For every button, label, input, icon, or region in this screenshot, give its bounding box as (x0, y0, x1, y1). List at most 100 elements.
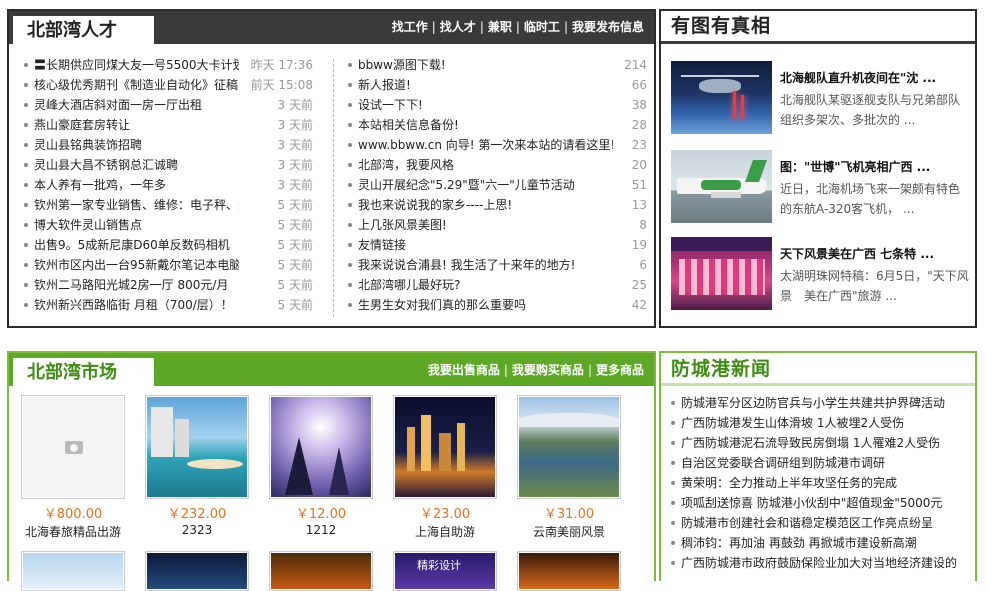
product-image[interactable] (517, 551, 621, 591)
list-item-title[interactable]: 广西防城港发生山体滑坡 1人被埋2人受伤 (681, 413, 969, 433)
link-buy-goods[interactable]: 我要购买商品 (512, 363, 584, 377)
product-image[interactable]: 精彩设计 (393, 551, 497, 591)
forum-list-item[interactable]: 灵山开展纪念"5.29"暨"六一"儿童节活动 51 (348, 175, 647, 195)
product-image[interactable] (145, 395, 249, 499)
picture-news-title[interactable]: 天下风景美在广西 七条特 ... (780, 245, 970, 262)
forum-list-item[interactable]: 新人报道! 66 (348, 75, 647, 95)
list-item-title[interactable]: www.bbww.cn 向导! 第一次来本站的请看这里! (358, 135, 613, 155)
picture-news-item[interactable]: 天下风景美在广西 七条特 ... 太湖明珠网特稿：6月5日，"天下风景 美在广西… (671, 237, 971, 311)
classified-list-item[interactable]: 〓长期供应同煤大友一号5500大卡计划 昨天 17:36 (24, 55, 313, 75)
classified-list-item[interactable]: 钦州二马路阳光城2房一厅 800元/月 5 天前 (24, 275, 313, 295)
product-name[interactable]: 1212 (269, 523, 373, 537)
fcg-news-item[interactable]: 防城港军分区边防官兵与小学生共建共护界碑活动 (671, 393, 971, 413)
classified-list-item[interactable]: 钦州市区内出一台95新戴尔笔记本电脑 5 天前 (24, 255, 313, 275)
list-item-title[interactable]: 燕山豪庭套房转让 (34, 115, 239, 135)
fcg-news-item[interactable]: 防城港市创建社会和谐稳定模范区工作亮点纷呈 (671, 513, 971, 533)
link-post-info[interactable]: 我要发布信息 (572, 20, 644, 34)
list-item-title[interactable]: 本站相关信息备份! (358, 115, 613, 135)
link-find-job[interactable]: 找工作 (392, 20, 428, 34)
list-item-title[interactable]: 我来说说合浦县! 我生活了十来年的地方! (358, 255, 613, 275)
list-item-title[interactable]: 灵山县铭典装饰招聘 (34, 135, 239, 155)
product-image[interactable] (269, 551, 373, 591)
product-name[interactable]: 云南美丽风景 (517, 523, 621, 540)
list-item-title[interactable]: 博大软件灵山销售点 (34, 215, 239, 235)
list-item-title[interactable]: 钦州市区内出一台95新戴尔笔记本电脑 (34, 255, 239, 275)
list-item-title[interactable]: 自治区党委联合调研组到防城港市调研 (681, 453, 969, 473)
helicopter-night-photo[interactable] (671, 61, 772, 134)
classified-list-item[interactable]: 灵山县铭典装饰招聘 3 天前 (24, 135, 313, 155)
product-card[interactable]: ￥12.00 1212 (269, 395, 373, 537)
list-item-title[interactable]: 项呱刮送惊喜 防城港小伙刮中"超值现金"5000元 (681, 493, 969, 513)
product-card[interactable]: ￥800.00 北海春旅精品出游 (21, 395, 125, 540)
list-item-title[interactable]: 灵峰大酒店斜对面一房一厅出租 (34, 95, 239, 115)
fcg-news-item[interactable]: 项呱刮送惊喜 防城港小伙刮中"超值现金"5000元 (671, 493, 971, 513)
picture-news-item[interactable]: 图："世博"飞机亮相广西 ... 近日，北海机场飞来一架颇有特色的东航A-320… (671, 150, 971, 224)
fcg-news-item[interactable]: 稠沛钧：再加油 再鼓劲 再掀城市建设新高潮 (671, 533, 971, 553)
link-part-time[interactable]: 兼职 (488, 20, 512, 34)
list-item-title[interactable]: 新人报道! (358, 75, 613, 95)
fcg-news-item[interactable]: 广西防城港泥石流导致民房倒塌 1人罹难2人受伤 (671, 433, 971, 453)
list-item-title[interactable]: 上几张风景美图! (358, 215, 613, 235)
classified-list-item[interactable]: 燕山豪庭套房转让 3 天前 (24, 115, 313, 135)
list-item-title[interactable]: 防城港军分区边防官兵与小学生共建共护界碑活动 (681, 393, 969, 413)
list-item-title[interactable]: 生男生女对我们真的那么重要吗 (358, 295, 613, 315)
fcg-news-item[interactable]: 自治区党委联合调研组到防城港市调研 (671, 453, 971, 473)
forum-list-item[interactable]: 北部湾哪儿最好玩? 25 (348, 275, 647, 295)
list-item-title[interactable]: 灵山开展纪念"5.29"暨"六一"儿童节活动 (358, 175, 613, 195)
list-item-title[interactable]: 〓长期供应同煤大友一号5500大卡计划 (34, 55, 239, 75)
list-item-title[interactable]: 黄荣明：全力推动上半年攻坚任务的完成 (681, 473, 969, 493)
classified-list-item[interactable]: 核心级优秀期刊《制造业自动化》征稿 前天 15:08 (24, 75, 313, 95)
classified-list-item[interactable]: 出售9。5成新尼康D60单反数码相机 5 天前 (24, 235, 313, 255)
list-item-title[interactable]: 设试一下下! (358, 95, 613, 115)
picture-news-title[interactable]: 北海舰队直升机夜间在"沈 ... (780, 69, 970, 86)
link-find-talent[interactable]: 找人才 (440, 20, 476, 34)
forum-list-item[interactable]: 北部湾，我要风格 20 (348, 155, 647, 175)
product-image[interactable] (21, 551, 125, 591)
classified-list-item[interactable]: 灵峰大酒店斜对面一房一厅出租 3 天前 (24, 95, 313, 115)
link-temp-work[interactable]: 临时工 (524, 20, 560, 34)
product-image[interactable] (145, 551, 249, 591)
classified-list-item[interactable]: 钦州第一家专业销售、维修：电子秤、天平、 5 天前 (24, 195, 313, 215)
product-image[interactable] (517, 395, 621, 499)
list-item-title[interactable]: 我也来说说我的家乡----上思! (358, 195, 613, 215)
list-item-title[interactable]: 核心级优秀期刊《制造业自动化》征稿 (34, 75, 239, 95)
classified-list-item[interactable]: 博大软件灵山销售点 5 天前 (24, 215, 313, 235)
product-name[interactable]: 2323 (145, 523, 249, 537)
link-sell-goods[interactable]: 我要出售商品 (428, 363, 500, 377)
list-item-title[interactable]: 稠沛钧：再加油 再鼓劲 再掀城市建设新高潮 (681, 533, 969, 553)
product-name[interactable]: 北海春旅精品出游 (21, 523, 125, 540)
product-image[interactable] (393, 395, 497, 499)
list-item-title[interactable]: 钦州二马路阳光城2房一厅 800元/月 (34, 275, 239, 295)
expo-airplane-photo[interactable] (671, 150, 772, 223)
list-item-title[interactable]: 广西防城港市政府鼓励保险业加大对当地经济建设的 (681, 553, 969, 573)
product-image[interactable] (21, 395, 125, 499)
product-card[interactable]: ￥31.00 云南美丽风景 (517, 395, 621, 540)
list-item-title[interactable]: 钦州第一家专业销售、维修：电子秤、天平、 (34, 195, 239, 215)
list-item-title[interactable]: 钦州新兴西路临街 月租（700/层）！ (34, 295, 239, 315)
list-item-title[interactable]: 防城港市创建社会和谐稳定模范区工作亮点纷呈 (681, 513, 969, 533)
list-item-title[interactable]: 北部湾哪儿最好玩? (358, 275, 613, 295)
forum-list-item[interactable]: 本站相关信息备份! 28 (348, 115, 647, 135)
forum-list-item[interactable]: 我来说说合浦县! 我生活了十来年的地方! 6 (348, 255, 647, 275)
list-item-title[interactable]: 灵山县大昌不锈钢总汇诚聘 (34, 155, 239, 175)
list-item-title[interactable]: 本人养有一批鸡，一年多 (34, 175, 239, 195)
list-item-title[interactable]: 北部湾，我要风格 (358, 155, 613, 175)
product-image[interactable] (269, 395, 373, 499)
classified-list-item[interactable]: 钦州新兴西路临街 月租（700/层）！ 5 天前 (24, 295, 313, 315)
classified-list-item[interactable]: 灵山县大昌不锈钢总汇诚聘 3 天前 (24, 155, 313, 175)
link-more-goods[interactable]: 更多商品 (596, 363, 644, 377)
forum-list-item[interactable]: 生男生女对我们真的那么重要吗 42 (348, 295, 647, 315)
product-card[interactable]: ￥232.00 2323 (145, 395, 249, 537)
picture-news-title[interactable]: 图："世博"飞机亮相广西 ... (780, 158, 970, 175)
fcg-news-item[interactable]: 黄荣明：全力推动上半年攻坚任务的完成 (671, 473, 971, 493)
product-card[interactable]: ￥23.00 上海自助游 (393, 395, 497, 540)
list-item-title[interactable]: 广西防城港泥石流导致民房倒塌 1人罹难2人受伤 (681, 433, 969, 453)
forum-list-item[interactable]: bbww源图下载! 214 (348, 55, 647, 75)
forum-list-item[interactable]: 我也来说说我的家乡----上思! 13 (348, 195, 647, 215)
guangxi-scenery-performers-photo[interactable] (671, 237, 772, 310)
picture-news-item[interactable]: 北海舰队直升机夜间在"沈 ... 北海舰队某驱逐舰支队与兄弟部队组织多架次、多批… (671, 61, 971, 135)
list-item-title[interactable]: 友情链接 (358, 235, 613, 255)
classified-list-item[interactable]: 本人养有一批鸡，一年多 3 天前 (24, 175, 313, 195)
product-name[interactable]: 上海自助游 (393, 523, 497, 540)
forum-list-item[interactable]: 上几张风景美图! 8 (348, 215, 647, 235)
